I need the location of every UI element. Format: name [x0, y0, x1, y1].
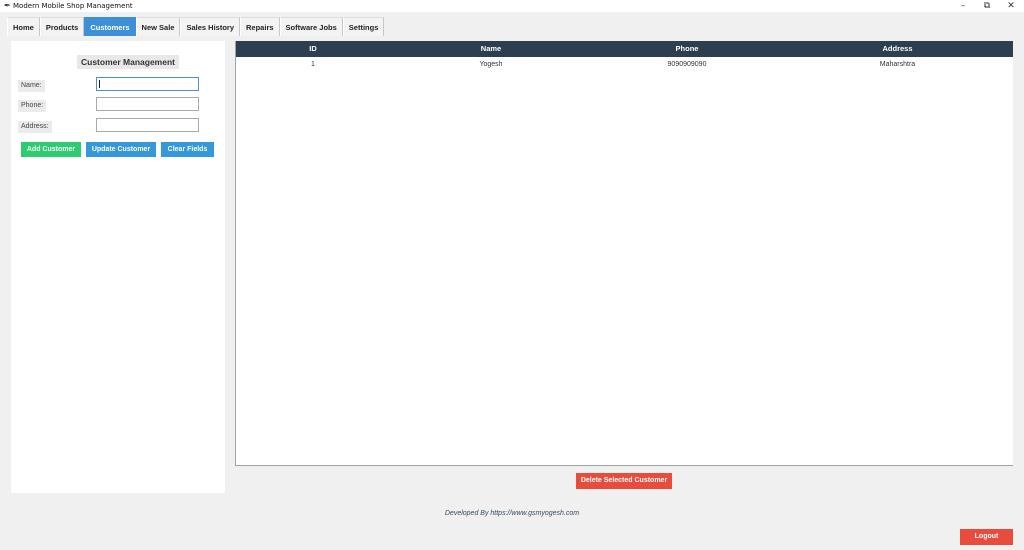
maximize-button[interactable]: ⧉	[974, 0, 1000, 12]
tab-software-jobs[interactable]: Software Jobs	[279, 17, 343, 36]
customer-form-panel: Customer Management Name: Phone: Address…	[11, 41, 225, 493]
delete-customer-button[interactable]: Delete Selected Customer	[576, 473, 672, 489]
clear-fields-button[interactable]: Clear Fields	[161, 142, 214, 157]
phone-label: Phone:	[18, 100, 47, 112]
add-customer-button[interactable]: Add Customer	[21, 142, 81, 157]
feather-icon: ✒	[4, 1, 11, 10]
column-header-id[interactable]: ID	[236, 41, 390, 57]
minimize-button[interactable]: –	[950, 0, 976, 12]
cell-address: Maharshtra	[879, 61, 916, 68]
window-title: Modern Mobile Shop Management	[13, 2, 133, 10]
customer-table: ID Name Phone Address 1 Yogesh 909090909…	[235, 41, 1013, 466]
cell-name: Yogesh	[479, 61, 503, 68]
phone-input[interactable]	[96, 97, 199, 111]
column-header-address[interactable]: Address	[782, 41, 1013, 57]
name-label: Name:	[18, 80, 45, 92]
text-cursor	[99, 80, 100, 88]
developer-credit: Developed By https://www.gsmyogesh.com	[444, 510, 580, 517]
cell-phone: 9090909090	[667, 61, 707, 68]
title-bar: ✒ Modern Mobile Shop Management – ⧉ ✕	[0, 0, 1024, 12]
tab-customers[interactable]: Customers	[84, 17, 136, 36]
cell-id: 1	[311, 61, 315, 68]
column-header-phone[interactable]: Phone	[592, 41, 782, 57]
table-header: ID Name Phone Address	[236, 41, 1013, 57]
update-customer-button[interactable]: Update Customer	[86, 142, 156, 157]
tab-home[interactable]: Home	[7, 17, 40, 36]
logout-button[interactable]: Logout	[960, 529, 1013, 545]
tab-repairs[interactable]: Repairs	[240, 17, 280, 36]
address-label: Address:	[18, 121, 52, 133]
tab-new-sale[interactable]: New Sale	[135, 17, 181, 36]
tab-products[interactable]: Products	[39, 17, 85, 36]
panel-title: Customer Management	[77, 55, 179, 69]
table-row[interactable]: 1 Yogesh 9090909090 Maharshtra	[236, 58, 1013, 72]
tab-bar: Home Products Customers New Sale Sales H…	[7, 17, 385, 36]
tab-sales-history[interactable]: Sales History	[180, 17, 241, 36]
column-header-name[interactable]: Name	[390, 41, 592, 57]
close-button[interactable]: ✕	[998, 0, 1024, 12]
address-input[interactable]	[96, 118, 199, 132]
name-input[interactable]	[96, 77, 199, 91]
tab-settings[interactable]: Settings	[342, 17, 385, 36]
